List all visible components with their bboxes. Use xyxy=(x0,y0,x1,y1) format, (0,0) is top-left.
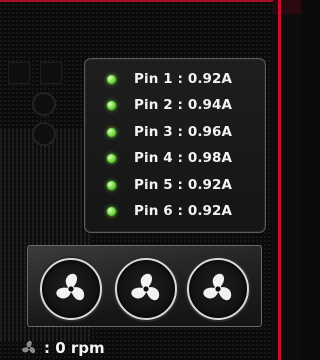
pin-row: Pin 5 : 0.92A xyxy=(107,175,232,195)
status-led-icon xyxy=(107,153,116,163)
right-accent-rail xyxy=(273,0,301,360)
status-led-icon xyxy=(107,206,116,216)
pin-current-label: Pin 2 : 0.94A xyxy=(134,97,233,113)
fan-selector-panel xyxy=(27,245,262,327)
fan-button-1[interactable] xyxy=(40,258,102,320)
fan-rpm-value: : 0 rpm xyxy=(44,339,105,357)
pin-current-label: Pin 6 : 0.92A xyxy=(134,203,233,219)
fan-icon xyxy=(131,273,160,301)
pin-row: Pin 6 : 0.92A xyxy=(107,201,232,221)
pin-current-label: Pin 4 : 0.98A xyxy=(134,150,233,166)
accent-stripe xyxy=(278,0,281,360)
background-square xyxy=(40,62,62,84)
fan-icon xyxy=(22,340,36,354)
background-circle xyxy=(32,92,56,116)
background-circle xyxy=(32,122,56,146)
status-led-icon xyxy=(107,180,116,190)
pin-current-label: Pin 5 : 0.92A xyxy=(134,177,233,193)
fan-icon xyxy=(203,273,232,301)
status-led-icon xyxy=(107,100,116,110)
pin-row: Pin 2 : 0.94A xyxy=(107,95,232,115)
fan-speed-readout: : 0 rpm xyxy=(20,338,105,358)
pin-current-label: Pin 1 : 0.92A xyxy=(134,71,233,87)
status-led-icon xyxy=(107,74,116,84)
pin-current-label: Pin 3 : 0.96A xyxy=(134,124,233,140)
status-led-icon xyxy=(107,127,116,137)
pin-current-panel: Pin 1 : 0.92A Pin 2 : 0.94A Pin 3 : 0.96… xyxy=(84,58,266,233)
fan-control-panel: Pin 1 : 0.92A Pin 2 : 0.94A Pin 3 : 0.96… xyxy=(0,0,301,360)
fan-icon xyxy=(56,273,85,301)
fan-button-3[interactable] xyxy=(187,258,249,320)
top-accent-line xyxy=(0,0,275,2)
pin-row: Pin 3 : 0.96A xyxy=(107,122,232,142)
fan-button-2[interactable] xyxy=(115,258,177,320)
pin-row: Pin 4 : 0.98A xyxy=(107,148,232,168)
background-square xyxy=(8,62,30,84)
pin-row: Pin 1 : 0.92A xyxy=(107,69,232,89)
